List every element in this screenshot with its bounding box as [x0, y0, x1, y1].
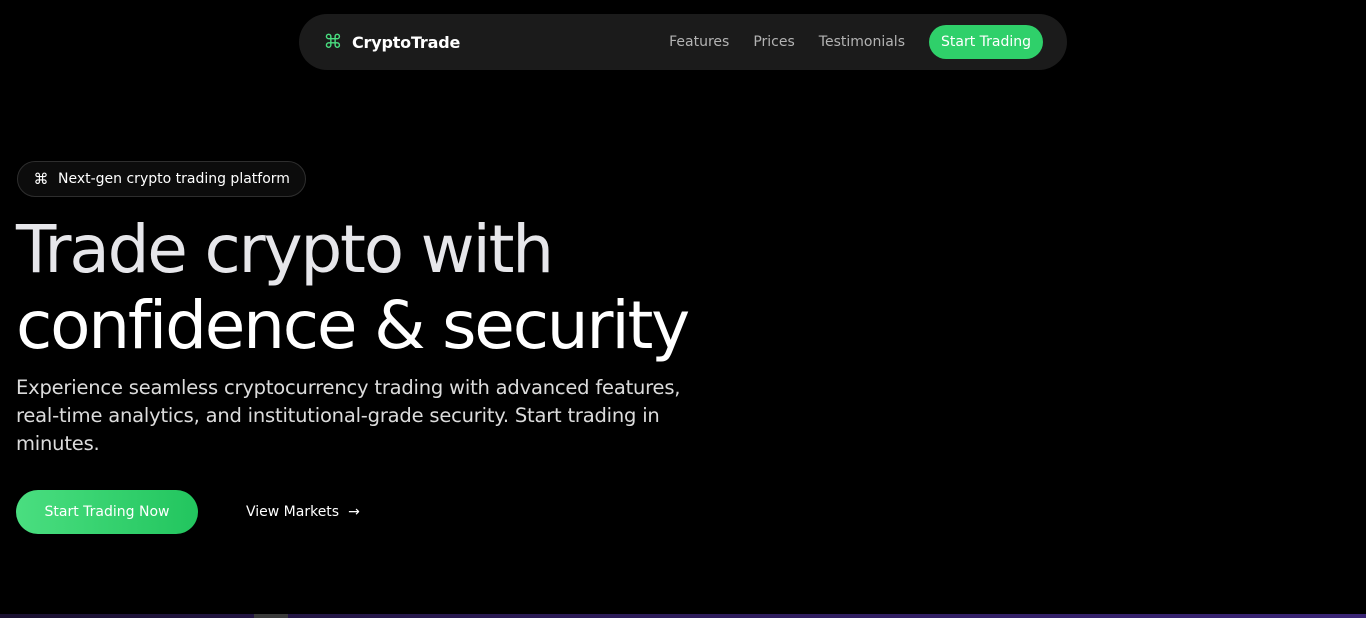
- nav-link-prices[interactable]: Prices: [753, 34, 794, 50]
- view-markets-link[interactable]: View Markets →: [246, 500, 360, 524]
- hero-title-line-2: confidence & security: [16, 287, 690, 364]
- section-divider: [0, 614, 1366, 618]
- divider-marker: [254, 614, 288, 618]
- top-nav: ⌘ CryptoTrade Features Prices Testimonia…: [299, 14, 1067, 70]
- badge-text: Next-gen crypto trading platform: [58, 171, 290, 187]
- nav-links: Features Prices Testimonials Start Tradi…: [669, 25, 1043, 59]
- arrow-right-icon: →: [348, 504, 360, 520]
- hero-title: Trade crypto with confidence & security: [16, 211, 690, 364]
- hero-title-line-1: Trade crypto with: [16, 211, 554, 288]
- nav-link-testimonials[interactable]: Testimonials: [819, 34, 905, 50]
- command-icon: ⌘: [33, 170, 49, 188]
- view-markets-label: View Markets: [246, 504, 340, 520]
- command-icon: ⌘: [323, 30, 343, 53]
- landing-page: ⌘ CryptoTrade Features Prices Testimonia…: [0, 0, 1366, 618]
- hero-badge: ⌘ Next-gen crypto trading platform: [17, 161, 306, 197]
- brand-name: CryptoTrade: [352, 32, 461, 52]
- start-trading-button[interactable]: Start Trading: [928, 25, 1043, 59]
- nav-link-features[interactable]: Features: [669, 34, 729, 50]
- hero-description: Experience seamless cryptocurrency tradi…: [16, 376, 681, 455]
- start-trading-now-button[interactable]: Start Trading Now: [16, 490, 198, 534]
- brand-logo-link[interactable]: ⌘ CryptoTrade: [323, 30, 461, 53]
